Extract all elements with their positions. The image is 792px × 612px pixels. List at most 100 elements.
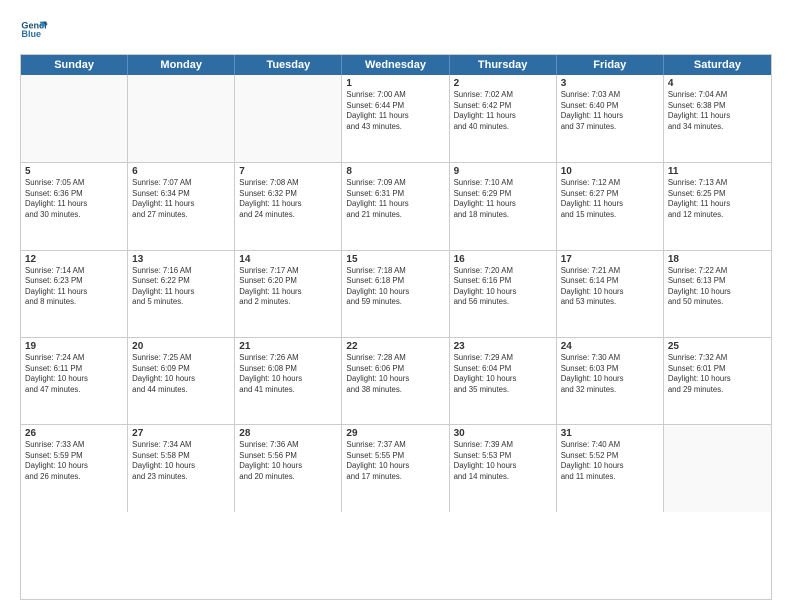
day-number: 8 bbox=[346, 166, 444, 177]
day-info: Sunrise: 7:39 AM Sunset: 5:53 PM Dayligh… bbox=[454, 440, 552, 482]
day-cell-16: 16Sunrise: 7:20 AM Sunset: 6:16 PM Dayli… bbox=[450, 251, 557, 337]
day-info: Sunrise: 7:30 AM Sunset: 6:03 PM Dayligh… bbox=[561, 353, 659, 395]
calendar-row-2: 5Sunrise: 7:05 AM Sunset: 6:36 PM Daylig… bbox=[21, 162, 771, 249]
weekday-header-tuesday: Tuesday bbox=[235, 55, 342, 75]
day-cell-17: 17Sunrise: 7:21 AM Sunset: 6:14 PM Dayli… bbox=[557, 251, 664, 337]
day-number: 12 bbox=[25, 254, 123, 265]
day-number: 26 bbox=[25, 428, 123, 439]
day-cell-4: 4Sunrise: 7:04 AM Sunset: 6:38 PM Daylig… bbox=[664, 75, 771, 162]
day-number: 21 bbox=[239, 341, 337, 352]
weekday-header-thursday: Thursday bbox=[450, 55, 557, 75]
logo: General Blue bbox=[20, 16, 48, 44]
day-info: Sunrise: 7:34 AM Sunset: 5:58 PM Dayligh… bbox=[132, 440, 230, 482]
day-info: Sunrise: 7:02 AM Sunset: 6:42 PM Dayligh… bbox=[454, 90, 552, 132]
day-number: 3 bbox=[561, 78, 659, 89]
day-info: Sunrise: 7:04 AM Sunset: 6:38 PM Dayligh… bbox=[668, 90, 767, 132]
header: General Blue bbox=[20, 16, 772, 44]
day-number: 16 bbox=[454, 254, 552, 265]
day-cell-21: 21Sunrise: 7:26 AM Sunset: 6:08 PM Dayli… bbox=[235, 338, 342, 424]
day-cell-30: 30Sunrise: 7:39 AM Sunset: 5:53 PM Dayli… bbox=[450, 425, 557, 511]
day-info: Sunrise: 7:37 AM Sunset: 5:55 PM Dayligh… bbox=[346, 440, 444, 482]
day-cell-5: 5Sunrise: 7:05 AM Sunset: 6:36 PM Daylig… bbox=[21, 163, 128, 249]
day-info: Sunrise: 7:10 AM Sunset: 6:29 PM Dayligh… bbox=[454, 178, 552, 220]
day-cell-empty bbox=[235, 75, 342, 162]
day-number: 14 bbox=[239, 254, 337, 265]
day-number: 30 bbox=[454, 428, 552, 439]
day-cell-26: 26Sunrise: 7:33 AM Sunset: 5:59 PM Dayli… bbox=[21, 425, 128, 511]
day-info: Sunrise: 7:16 AM Sunset: 6:22 PM Dayligh… bbox=[132, 266, 230, 308]
weekday-header-saturday: Saturday bbox=[664, 55, 771, 75]
day-info: Sunrise: 7:26 AM Sunset: 6:08 PM Dayligh… bbox=[239, 353, 337, 395]
day-number: 5 bbox=[25, 166, 123, 177]
day-number: 20 bbox=[132, 341, 230, 352]
logo-icon: General Blue bbox=[20, 16, 48, 44]
day-cell-18: 18Sunrise: 7:22 AM Sunset: 6:13 PM Dayli… bbox=[664, 251, 771, 337]
day-cell-28: 28Sunrise: 7:36 AM Sunset: 5:56 PM Dayli… bbox=[235, 425, 342, 511]
day-cell-22: 22Sunrise: 7:28 AM Sunset: 6:06 PM Dayli… bbox=[342, 338, 449, 424]
weekday-header-wednesday: Wednesday bbox=[342, 55, 449, 75]
weekday-header-sunday: Sunday bbox=[21, 55, 128, 75]
day-cell-10: 10Sunrise: 7:12 AM Sunset: 6:27 PM Dayli… bbox=[557, 163, 664, 249]
calendar-row-3: 12Sunrise: 7:14 AM Sunset: 6:23 PM Dayli… bbox=[21, 250, 771, 337]
day-cell-19: 19Sunrise: 7:24 AM Sunset: 6:11 PM Dayli… bbox=[21, 338, 128, 424]
calendar-row-4: 19Sunrise: 7:24 AM Sunset: 6:11 PM Dayli… bbox=[21, 337, 771, 424]
day-number: 18 bbox=[668, 254, 767, 265]
day-cell-23: 23Sunrise: 7:29 AM Sunset: 6:04 PM Dayli… bbox=[450, 338, 557, 424]
day-cell-1: 1Sunrise: 7:00 AM Sunset: 6:44 PM Daylig… bbox=[342, 75, 449, 162]
calendar-body: 1Sunrise: 7:00 AM Sunset: 6:44 PM Daylig… bbox=[21, 75, 771, 599]
day-number: 23 bbox=[454, 341, 552, 352]
day-cell-9: 9Sunrise: 7:10 AM Sunset: 6:29 PM Daylig… bbox=[450, 163, 557, 249]
day-info: Sunrise: 7:07 AM Sunset: 6:34 PM Dayligh… bbox=[132, 178, 230, 220]
day-cell-empty bbox=[21, 75, 128, 162]
day-cell-empty bbox=[664, 425, 771, 511]
day-info: Sunrise: 7:33 AM Sunset: 5:59 PM Dayligh… bbox=[25, 440, 123, 482]
weekday-header-monday: Monday bbox=[128, 55, 235, 75]
day-number: 1 bbox=[346, 78, 444, 89]
day-info: Sunrise: 7:05 AM Sunset: 6:36 PM Dayligh… bbox=[25, 178, 123, 220]
day-cell-31: 31Sunrise: 7:40 AM Sunset: 5:52 PM Dayli… bbox=[557, 425, 664, 511]
day-info: Sunrise: 7:36 AM Sunset: 5:56 PM Dayligh… bbox=[239, 440, 337, 482]
day-info: Sunrise: 7:24 AM Sunset: 6:11 PM Dayligh… bbox=[25, 353, 123, 395]
day-info: Sunrise: 7:22 AM Sunset: 6:13 PM Dayligh… bbox=[668, 266, 767, 308]
day-info: Sunrise: 7:08 AM Sunset: 6:32 PM Dayligh… bbox=[239, 178, 337, 220]
day-cell-14: 14Sunrise: 7:17 AM Sunset: 6:20 PM Dayli… bbox=[235, 251, 342, 337]
day-info: Sunrise: 7:29 AM Sunset: 6:04 PM Dayligh… bbox=[454, 353, 552, 395]
calendar-row-1: 1Sunrise: 7:00 AM Sunset: 6:44 PM Daylig… bbox=[21, 75, 771, 162]
day-number: 11 bbox=[668, 166, 767, 177]
day-info: Sunrise: 7:00 AM Sunset: 6:44 PM Dayligh… bbox=[346, 90, 444, 132]
day-number: 9 bbox=[454, 166, 552, 177]
calendar-row-5: 26Sunrise: 7:33 AM Sunset: 5:59 PM Dayli… bbox=[21, 424, 771, 511]
day-cell-11: 11Sunrise: 7:13 AM Sunset: 6:25 PM Dayli… bbox=[664, 163, 771, 249]
day-cell-8: 8Sunrise: 7:09 AM Sunset: 6:31 PM Daylig… bbox=[342, 163, 449, 249]
day-cell-3: 3Sunrise: 7:03 AM Sunset: 6:40 PM Daylig… bbox=[557, 75, 664, 162]
day-cell-27: 27Sunrise: 7:34 AM Sunset: 5:58 PM Dayli… bbox=[128, 425, 235, 511]
day-number: 31 bbox=[561, 428, 659, 439]
day-number: 10 bbox=[561, 166, 659, 177]
day-info: Sunrise: 7:17 AM Sunset: 6:20 PM Dayligh… bbox=[239, 266, 337, 308]
day-cell-empty bbox=[128, 75, 235, 162]
day-number: 17 bbox=[561, 254, 659, 265]
day-number: 4 bbox=[668, 78, 767, 89]
day-cell-24: 24Sunrise: 7:30 AM Sunset: 6:03 PM Dayli… bbox=[557, 338, 664, 424]
day-number: 13 bbox=[132, 254, 230, 265]
day-info: Sunrise: 7:14 AM Sunset: 6:23 PM Dayligh… bbox=[25, 266, 123, 308]
day-number: 28 bbox=[239, 428, 337, 439]
day-info: Sunrise: 7:40 AM Sunset: 5:52 PM Dayligh… bbox=[561, 440, 659, 482]
day-number: 19 bbox=[25, 341, 123, 352]
day-number: 2 bbox=[454, 78, 552, 89]
day-cell-25: 25Sunrise: 7:32 AM Sunset: 6:01 PM Dayli… bbox=[664, 338, 771, 424]
day-number: 7 bbox=[239, 166, 337, 177]
day-number: 27 bbox=[132, 428, 230, 439]
day-info: Sunrise: 7:12 AM Sunset: 6:27 PM Dayligh… bbox=[561, 178, 659, 220]
day-cell-7: 7Sunrise: 7:08 AM Sunset: 6:32 PM Daylig… bbox=[235, 163, 342, 249]
calendar-header: SundayMondayTuesdayWednesdayThursdayFrid… bbox=[21, 55, 771, 75]
day-number: 29 bbox=[346, 428, 444, 439]
page: General Blue SundayMondayTuesdayWednesda… bbox=[0, 0, 792, 612]
day-info: Sunrise: 7:18 AM Sunset: 6:18 PM Dayligh… bbox=[346, 266, 444, 308]
day-cell-20: 20Sunrise: 7:25 AM Sunset: 6:09 PM Dayli… bbox=[128, 338, 235, 424]
day-number: 6 bbox=[132, 166, 230, 177]
calendar: SundayMondayTuesdayWednesdayThursdayFrid… bbox=[20, 54, 772, 600]
day-number: 25 bbox=[668, 341, 767, 352]
day-info: Sunrise: 7:21 AM Sunset: 6:14 PM Dayligh… bbox=[561, 266, 659, 308]
day-info: Sunrise: 7:20 AM Sunset: 6:16 PM Dayligh… bbox=[454, 266, 552, 308]
